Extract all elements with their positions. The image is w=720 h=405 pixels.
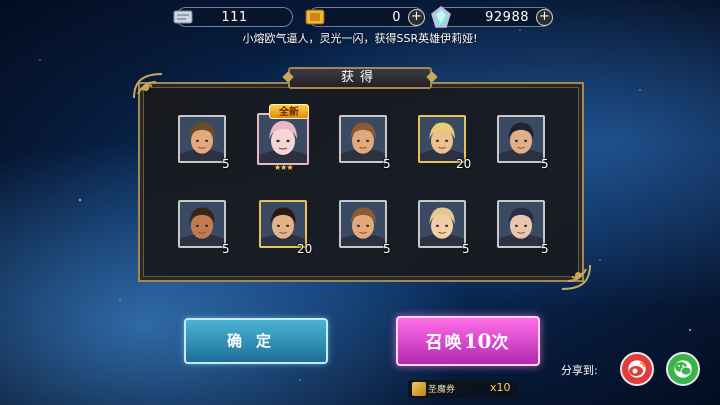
hero-card[interactable] — [259, 200, 307, 248]
ticket-cost: x10 — [490, 381, 511, 394]
hero-count: 5 — [383, 242, 391, 256]
summon-ten-button[interactable]: 召唤10次 — [396, 316, 540, 366]
corner-ornament-icon — [133, 73, 163, 99]
hero-card[interactable] — [178, 200, 226, 248]
weibo-icon — [629, 362, 645, 376]
hero-card[interactable] — [497, 115, 545, 163]
hero-count: 5 — [541, 157, 549, 171]
hero-portrait-icon — [341, 117, 385, 161]
confirm-button-label: 确定 — [226, 332, 285, 350]
gem-icon — [431, 6, 451, 28]
add-tickets-button[interactable]: + — [408, 9, 425, 26]
gem-currency: 92988 + — [431, 6, 553, 28]
hero-portrait-icon — [341, 202, 385, 246]
new-badge: 全新 — [269, 104, 309, 119]
weibo-share-button[interactable] — [620, 352, 654, 386]
hero-portrait-icon — [420, 117, 464, 161]
hero-portrait-icon — [420, 202, 464, 246]
add-gems-button[interactable]: + — [536, 9, 553, 26]
corner-ornament-icon — [561, 264, 591, 290]
scroll-icon — [173, 10, 193, 24]
hero-card[interactable] — [418, 115, 466, 163]
ticket-icon — [412, 382, 426, 396]
ticket-label: 圣魔券 — [428, 385, 456, 395]
hero-count: 5 — [383, 157, 391, 171]
star-rating-icon: ★★★ — [274, 163, 293, 172]
hero-portrait-icon — [259, 115, 307, 163]
wechat-share-button[interactable] — [666, 352, 700, 386]
hero-card[interactable] — [339, 200, 387, 248]
hero-count: 5 — [462, 242, 470, 256]
hero-card[interactable] — [418, 200, 466, 248]
ticket-icon — [305, 9, 325, 25]
hero-count: 20 — [456, 157, 472, 171]
share-label: 分享到: — [561, 364, 598, 377]
scroll-currency: 111 — [173, 7, 293, 27]
summon-ticket-info: 圣魔券 x10 — [408, 380, 518, 398]
hero-count: 20 — [297, 242, 313, 256]
hero-portrait-icon — [499, 202, 543, 246]
hero-count: 5 — [222, 242, 230, 256]
hero-portrait-icon — [261, 202, 305, 246]
confirm-button[interactable]: 确定 — [184, 318, 328, 364]
summon-prefix: 召唤 — [425, 333, 464, 353]
wechat-icon — [675, 362, 692, 376]
hero-count: 5 — [541, 242, 549, 256]
hero-card[interactable] — [339, 115, 387, 163]
hero-portrait-icon — [180, 117, 224, 161]
hero-card[interactable] — [178, 115, 226, 163]
ticket-currency: 0 + — [305, 7, 425, 27]
hero-portrait-icon — [180, 202, 224, 246]
panel-title: 获得 — [288, 67, 432, 89]
results-panel — [138, 82, 584, 282]
hero-card[interactable] — [497, 200, 545, 248]
hero-count: 5 — [222, 157, 230, 171]
summon-count: 10 — [463, 329, 492, 353]
hero-card[interactable] — [257, 113, 309, 165]
announcement-text: 小熔欧气逼人，灵光一闪，获得SSR英雄伊莉娅! — [242, 32, 478, 45]
hero-portrait-icon — [499, 117, 543, 161]
summon-suffix: 次 — [491, 333, 511, 353]
